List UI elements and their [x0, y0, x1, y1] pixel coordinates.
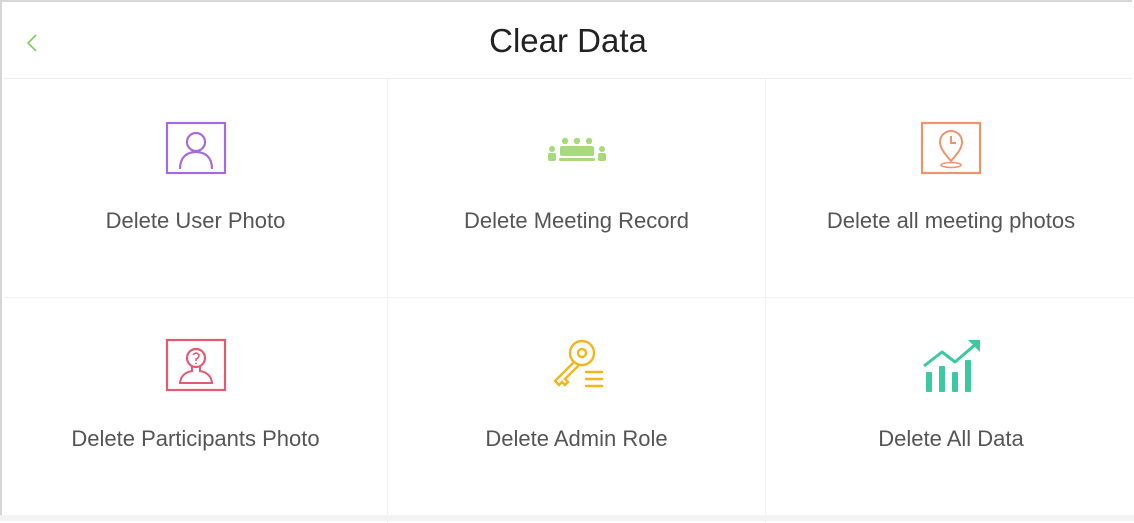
bar-chart-trend-icon [923, 340, 980, 392]
key-list-icon [552, 339, 603, 388]
page-title: Clear Data [489, 22, 647, 59]
tile-label: Delete All Data [878, 426, 1024, 451]
bottom-edge [0, 515, 1134, 521]
meeting-group-icon [547, 137, 606, 161]
delete-user-photo-tile[interactable]: Delete User Photo [4, 79, 388, 298]
participant-question-icon [165, 338, 226, 392]
user-portrait-icon [165, 121, 226, 175]
delete-meeting-record-tile[interactable]: Delete Meeting Record [388, 79, 766, 298]
app-window: Clear Data Delete User Photo Delete Meet… [0, 0, 1134, 523]
tile-label: Delete Admin Role [485, 426, 668, 451]
delete-admin-role-tile[interactable]: Delete Admin Role [388, 298, 766, 523]
clear-data-grid: Delete User Photo Delete Meeting Record [4, 79, 1134, 523]
delete-all-meeting-photos-tile[interactable]: Delete all meeting photos [766, 79, 1134, 298]
delete-participants-photo-tile[interactable]: Delete Participants Photo [4, 298, 388, 523]
tile-label: Delete Meeting Record [463, 208, 689, 233]
tile-label: Delete User Photo [105, 208, 286, 233]
location-clock-icon [920, 121, 982, 175]
tile-label: Delete all meeting photos [826, 208, 1076, 233]
header-bar: Clear Data [4, 4, 1132, 79]
tile-label: Delete Participants Photo [71, 426, 320, 451]
delete-all-data-tile[interactable]: Delete All Data [766, 298, 1134, 523]
